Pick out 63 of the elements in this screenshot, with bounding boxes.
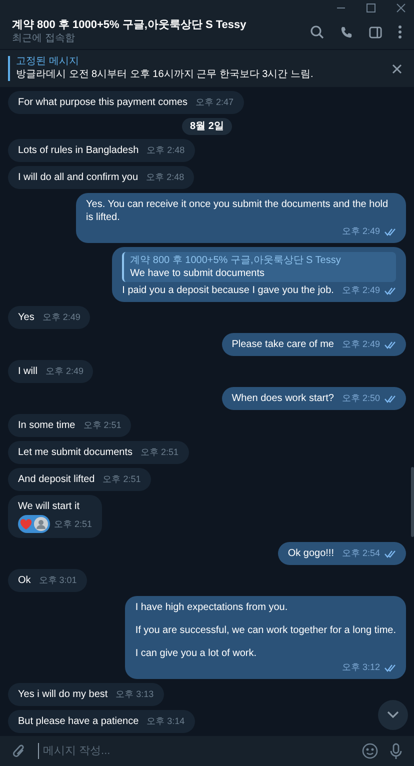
emoji-icon[interactable] — [362, 743, 378, 759]
message-text: I paid you a deposit because I gave you the job. — [122, 284, 334, 297]
message-text: I can give you a lot of work. — [135, 647, 258, 660]
phone-icon[interactable] — [340, 26, 353, 38]
message-text: Yes i will do my best — [18, 688, 108, 701]
message-text: Lots of rules in Bangladesh — [18, 144, 139, 157]
heart-icon — [20, 518, 32, 530]
maximize-icon[interactable] — [366, 2, 376, 12]
scrollbar[interactable] — [411, 467, 414, 537]
message-time: 오후 2:51 — [83, 419, 122, 432]
more-icon[interactable] — [398, 25, 402, 39]
message-time: 오후 2:51 — [102, 473, 141, 486]
message-time: 오후 2:49 — [42, 311, 80, 324]
message-time: 오후 3:14 — [146, 715, 185, 728]
pinned-message-bar[interactable]: 고정된 메시지 방글라데시 오전 8시부터 오후 16시까지 근무 한국보다 3시간 느림. — [0, 49, 414, 87]
message-text: If you are successful, we can work together for a long time. — [135, 624, 396, 637]
message-time: 오후 2:47 — [196, 96, 234, 109]
message-time: 오후 3:01 — [38, 574, 77, 587]
message-text: I have high expectations from you. — [135, 601, 289, 614]
message-time: 오후 2:49 — [342, 225, 380, 238]
message-text: Yes — [18, 311, 34, 324]
message-time: 오후 2:49 — [45, 365, 84, 378]
message-time: 오후 2:49 — [342, 338, 380, 351]
chat-title: 계약 800 후 1000+5% 구글,아웃룩상단 S Tessy — [12, 18, 248, 33]
message-text: And deposit lifted — [18, 473, 95, 486]
message-input[interactable]: 메시지 작성... — [38, 742, 350, 760]
message-text: Ok — [18, 574, 31, 587]
close-icon[interactable] — [392, 64, 402, 74]
reply-author: 계약 800 후 1000+5% 구글,아웃룩상단 S Tessy — [130, 254, 342, 267]
reply-text: We have to submit documents — [130, 267, 266, 280]
message-text: Ok gogo!!! — [288, 547, 334, 560]
window-close-icon[interactable] — [396, 2, 406, 12]
avatar-icon — [34, 517, 48, 531]
sidebar-toggle-icon[interactable] — [369, 26, 382, 38]
message-time: 오후 2:54 — [342, 547, 380, 560]
pinned-text: 방글라데시 오전 8시부터 오후 16시까지 근무 한국보다 3시간 느림. — [16, 68, 314, 81]
message-time: 오후 2:48 — [146, 171, 184, 184]
pinned-label: 고정된 메시지 — [16, 56, 80, 68]
last-seen-status: 최근에 접속함 — [12, 32, 76, 46]
message-text: I will — [18, 365, 38, 378]
message-text: I will do all and confirm you — [18, 171, 138, 184]
message-text: Please take care of me — [232, 338, 334, 351]
message-time: 오후 3:13 — [116, 688, 154, 701]
message-text: We will start it — [18, 500, 80, 513]
message-time: 오후 2:49 — [342, 284, 380, 297]
message-text: But please have a patience — [18, 715, 139, 728]
paperclip-icon[interactable] — [12, 743, 26, 759]
date-chip: 8월 2일 — [182, 118, 232, 135]
message-text: In some time — [18, 419, 76, 432]
message-text: When does work start? — [232, 392, 334, 405]
message-time: 오후 2:51 — [54, 518, 92, 530]
message-composer[interactable]: 메시지 작성... — [0, 736, 414, 766]
message-text: Let me submit documents — [18, 446, 132, 459]
message-time: 오후 2:51 — [140, 446, 179, 459]
microphone-icon[interactable] — [390, 742, 402, 760]
scroll-down-button[interactable] — [378, 700, 408, 730]
chevron-down-icon — [387, 711, 399, 719]
message-text: For what purpose this payment comes — [18, 96, 188, 109]
message-text: Yes. You can receive it once you submit the documents and the hold is lifted. — [86, 198, 390, 224]
message-time: 오후 3:12 — [342, 661, 380, 674]
message-time: 오후 2:50 — [342, 392, 380, 405]
search-icon[interactable] — [310, 25, 324, 39]
message-time: 오후 2:48 — [146, 144, 185, 157]
